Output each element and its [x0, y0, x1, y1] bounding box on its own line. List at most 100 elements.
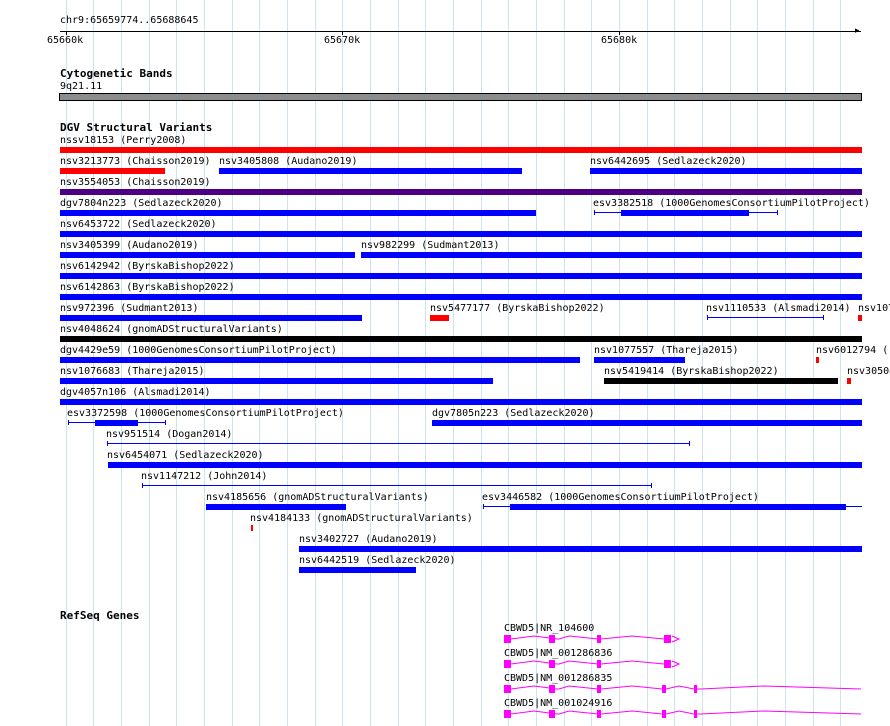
variant-bar[interactable] — [361, 252, 862, 258]
variant-bar[interactable] — [60, 399, 862, 405]
grid-line — [674, 0, 675, 726]
variant-end-cap — [483, 504, 484, 509]
variant-label: dgv4429e59 (1000GenomesConsortiumPilotPr… — [60, 345, 337, 356]
variant-label: nsv3405399 (Audano2019) — [60, 240, 199, 251]
grid-line — [813, 0, 814, 726]
exon — [504, 635, 511, 643]
variant-label: nsv6142863 (ByrskaBishop2022) — [60, 282, 235, 293]
variant-label: nsv6442695 (Sedlazeck2020) — [590, 156, 747, 167]
variant-label: esv3382518 (1000GenomesConsortiumPilotPr… — [593, 198, 870, 209]
variant-bar[interactable] — [430, 315, 449, 321]
variant-label: nsv4184133 (gnomADStructuralVariants) — [250, 513, 473, 524]
variant-bar[interactable] — [60, 273, 862, 279]
variant-bar[interactable] — [60, 315, 362, 321]
grid-line — [342, 0, 343, 726]
grid-line — [398, 0, 399, 726]
transcript-intron-line — [510, 660, 681, 668]
band-label: 9q21.11 — [60, 81, 103, 92]
cytoband-bar[interactable] — [59, 93, 862, 101]
variant-bar[interactable] — [60, 336, 862, 342]
variant-label: nsv30508 — [847, 366, 890, 377]
exon — [694, 710, 697, 718]
variant-label: nsv6453722 (Sedlazeck2020) — [60, 219, 217, 230]
variant-label: nsv3405808 (Audano2019) — [219, 156, 358, 167]
exon — [597, 635, 601, 643]
ruler-coordinates: chr9:65659774..65688645 — [60, 15, 199, 26]
grid-line — [785, 0, 786, 726]
variant-label: esv3446582 (1000GenomesConsortiumPilotPr… — [482, 492, 759, 503]
variant-bar[interactable] — [60, 378, 493, 384]
exon — [597, 660, 601, 668]
variant-label: dgv7804n223 (Sedlazeck2020) — [60, 198, 223, 209]
variant-label: nsv6454071 (Sedlazeck2020) — [107, 450, 264, 461]
grid-line — [287, 0, 288, 726]
variant-bar[interactable] — [594, 357, 685, 363]
transcript-intron-line — [510, 635, 681, 643]
variant-bar[interactable] — [816, 357, 819, 363]
variant-label: nsv6142942 (ByrskaBishop2022) — [60, 261, 235, 272]
variant-bar[interactable] — [60, 168, 165, 174]
variant-bar[interactable] — [60, 210, 536, 216]
variant-label: nsv107 — [858, 303, 890, 314]
variant-end-cap — [689, 441, 690, 446]
variant-bar[interactable] — [858, 315, 862, 321]
variant-end-cap — [651, 483, 652, 488]
variant-bar[interactable] — [251, 525, 253, 531]
variant-end-cap — [107, 441, 108, 446]
grid-line — [536, 0, 537, 726]
variant-end-cap — [823, 315, 824, 320]
variant-label: nsv972396 (Sudmant2013) — [60, 303, 199, 314]
ruler-tick-label: 65670k — [324, 35, 361, 46]
grid-line — [149, 0, 150, 726]
variant-label: nsv5419414 (ByrskaBishop2022) — [604, 366, 779, 377]
scroll-right-arrow-icon[interactable]: ▸ — [855, 27, 860, 36]
variant-label: nsv6442519 (Sedlazeck2020) — [299, 555, 456, 566]
variant-bar[interactable] — [604, 378, 838, 384]
variant-bar[interactable] — [60, 357, 580, 363]
variant-span-line — [707, 317, 824, 318]
variant-end-cap — [707, 315, 708, 320]
transcript-intron-line — [510, 685, 862, 690]
variant-core — [621, 210, 749, 216]
variant-bar[interactable] — [60, 294, 862, 300]
genome-browser-view[interactable]: chr9:65659774..65688645 ▸ 65660k 65670k … — [0, 0, 890, 726]
grid-line — [204, 0, 205, 726]
variant-bar[interactable] — [60, 147, 862, 153]
variant-core — [510, 504, 846, 510]
grid-line — [315, 0, 316, 726]
grid-line — [453, 0, 454, 726]
variant-bar[interactable] — [206, 504, 346, 510]
variant-bar[interactable] — [432, 420, 862, 426]
variant-end-cap — [142, 483, 143, 488]
variant-bar[interactable] — [60, 252, 355, 258]
grid-line — [702, 0, 703, 726]
variant-bar[interactable] — [219, 168, 522, 174]
exon — [549, 660, 555, 668]
variant-bar[interactable] — [299, 567, 416, 573]
variant-label: dgv7805n223 (Sedlazeck2020) — [432, 408, 595, 419]
variant-bar[interactable] — [299, 546, 862, 552]
exon — [662, 710, 666, 718]
variant-bar[interactable] — [108, 462, 862, 468]
variant-span-line — [107, 443, 690, 444]
exon — [504, 710, 511, 718]
track-title: RefSeq Genes — [60, 609, 140, 622]
variant-end-cap — [594, 210, 595, 215]
variant-label: esv3372598 (1000GenomesConsortiumPilotPr… — [67, 408, 344, 419]
variant-label: nsv5477177 (ByrskaBishop2022) — [430, 303, 605, 314]
transcript-intron-line — [510, 710, 862, 715]
variant-bar[interactable] — [590, 168, 862, 174]
variant-label: nsv3402727 (Audano2019) — [299, 534, 438, 545]
variant-label: nsv1110533 (Alsmadi2014) — [706, 303, 851, 314]
grid-line — [232, 0, 233, 726]
variant-bar[interactable] — [60, 189, 862, 195]
variant-bar[interactable] — [847, 378, 851, 384]
variant-end-cap — [165, 420, 166, 425]
variant-bar[interactable] — [60, 231, 862, 237]
variant-label: nsv4185656 (gnomADStructuralVariants) — [206, 492, 429, 503]
variant-label: nsv1147212 (John2014) — [141, 471, 268, 482]
variant-end-cap — [68, 420, 69, 425]
exon — [664, 660, 671, 668]
grid-line — [591, 0, 592, 726]
grid-line — [425, 0, 426, 726]
